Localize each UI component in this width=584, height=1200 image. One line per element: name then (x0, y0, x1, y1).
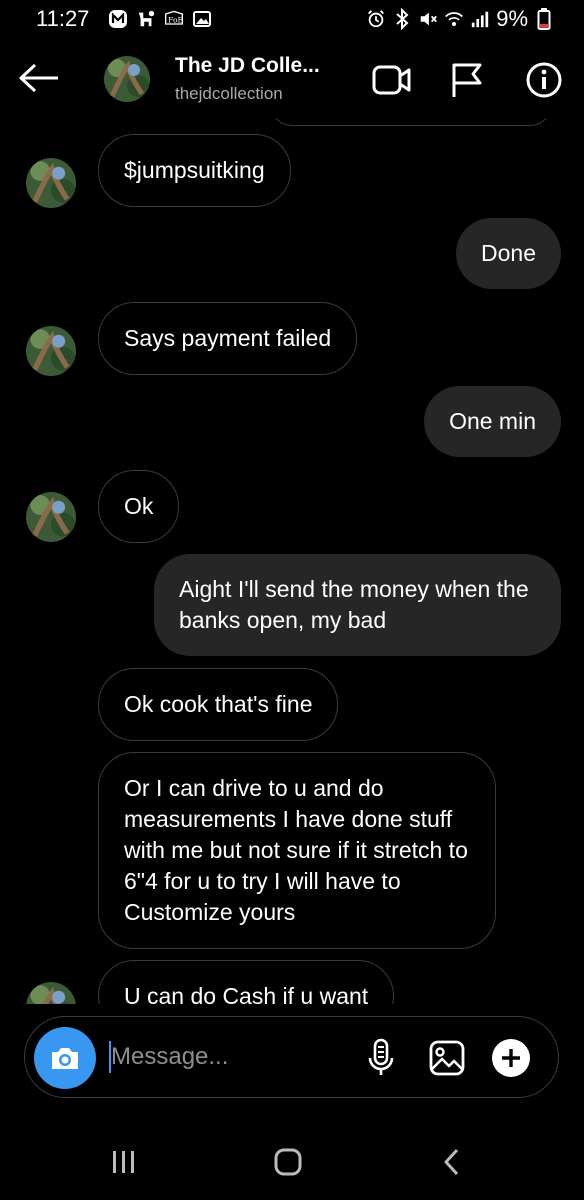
avatar[interactable] (26, 158, 76, 208)
message-bubble-incoming[interactable]: Ok (98, 470, 180, 543)
mute-icon (418, 9, 438, 29)
system-back-button[interactable] (422, 1140, 482, 1184)
previous-message-fragment (270, 118, 552, 126)
flag-icon (452, 63, 482, 97)
battery-percentage: 9% (496, 6, 528, 31)
microphone-icon (368, 1038, 394, 1075)
avatar[interactable] (26, 326, 76, 376)
video-camera-icon (372, 65, 411, 95)
back-arrow-icon (19, 63, 58, 93)
message-bubble-incoming[interactable]: Or I can drive to u and do measurements … (98, 752, 496, 949)
signal-icon (470, 9, 490, 29)
back-button[interactable] (18, 60, 60, 96)
status-system-icons: 9% (366, 6, 554, 32)
voice-message-button[interactable] (361, 1037, 401, 1079)
header-title[interactable]: The JD Colle... (175, 54, 320, 78)
status-bar: 11:27 FoE 9% (0, 0, 584, 40)
bluetooth-icon (392, 8, 412, 30)
message-thread[interactable]: $jumpsuitking Done Says payment failed O… (0, 118, 584, 1004)
message-input[interactable] (111, 1039, 351, 1075)
wifi-icon (444, 9, 464, 29)
status-notification-icons: FoE (108, 9, 212, 29)
home-icon (274, 1148, 302, 1176)
message-composer (24, 1016, 559, 1098)
system-navigation-bar (0, 1120, 584, 1200)
message-bubble-outgoing[interactable]: Done (456, 218, 561, 289)
foe-icon: FoE (164, 9, 184, 29)
more-options-button[interactable] (491, 1037, 531, 1079)
gallery-button[interactable] (427, 1037, 467, 1079)
chevron-left-icon (444, 1148, 459, 1176)
camera-icon (52, 1048, 78, 1069)
puppy-icon (136, 9, 156, 29)
image-icon (192, 9, 212, 29)
recent-apps-button[interactable] (94, 1140, 154, 1184)
message-bubble-incoming[interactable]: $jumpsuitking (98, 134, 291, 207)
report-button[interactable] (447, 60, 487, 100)
recent-apps-icon (113, 1151, 134, 1173)
video-call-button[interactable] (372, 60, 412, 100)
message-bubble-incoming[interactable]: Says payment failed (98, 302, 358, 375)
message-bubble-incoming[interactable]: U can do Cash if u want (98, 960, 395, 1004)
info-button[interactable] (524, 60, 564, 100)
home-button[interactable] (258, 1140, 318, 1184)
alarm-icon (366, 9, 386, 29)
svg-text:FoE: FoE (168, 15, 183, 24)
status-time: 11:27 (36, 6, 90, 31)
plus-circle-icon (492, 1039, 530, 1077)
gallery-icon (429, 1040, 465, 1076)
m-app-icon (108, 9, 128, 29)
message-bubble-outgoing[interactable]: Aight I'll send the money when the banks… (154, 554, 561, 656)
message-bubble-incoming[interactable]: Ok cook that's fine (98, 668, 339, 741)
header-avatar[interactable] (104, 56, 150, 102)
battery-icon (534, 8, 554, 30)
avatar[interactable] (26, 982, 76, 1004)
chat-header: The JD Colle... thejdcollection (0, 40, 584, 118)
avatar[interactable] (26, 492, 76, 542)
camera-button[interactable] (34, 1027, 96, 1089)
message-bubble-outgoing[interactable]: One min (424, 386, 561, 457)
info-icon (526, 62, 562, 98)
header-username[interactable]: thejdcollection (175, 84, 283, 104)
